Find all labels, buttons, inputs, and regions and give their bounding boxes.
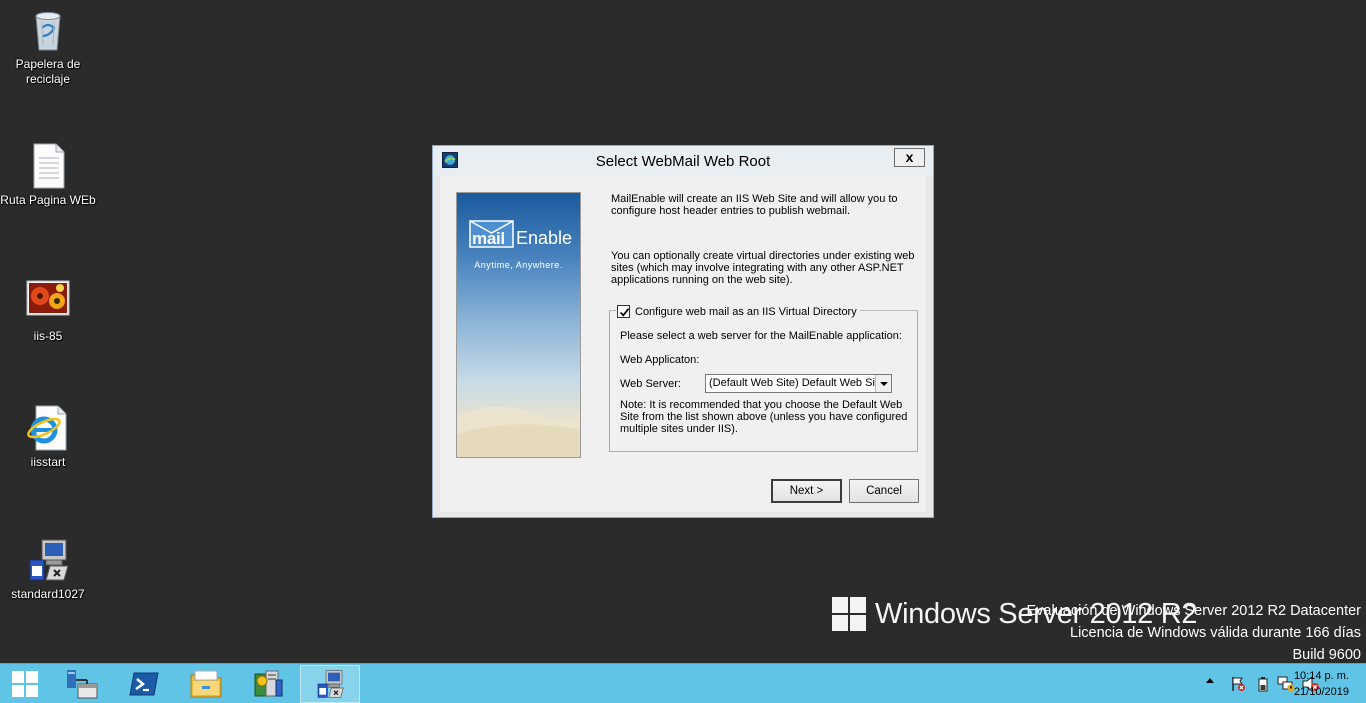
desktop-icon-ruta-pagina[interactable]: Ruta Pagina WEb: [0, 142, 96, 208]
intro-text-1: MailEnable will create an IIS Web Site a…: [611, 193, 898, 217]
taskbar-installer-active[interactable]: [300, 665, 360, 703]
web-server-prompt: Please select a web server for the MailE…: [620, 330, 902, 342]
setup-icon: [254, 670, 283, 697]
desktop-icon-label: Papelera de reciclaje: [15, 57, 81, 86]
intro-text-2: You can optionally create virtual direct…: [611, 250, 915, 286]
text-file-icon: [24, 142, 72, 190]
web-application-label: Web Applicaton:: [620, 354, 700, 366]
taskbar-file-explorer[interactable]: [176, 665, 236, 703]
banner-tagline: Anytime, Anywhere.: [474, 260, 563, 270]
watermark-license: Licencia de Windows válida durante 166 d…: [1070, 625, 1361, 641]
desktop-icon-label: Ruta Pagina WEb: [0, 193, 96, 207]
virtual-directory-checkbox[interactable]: [617, 305, 630, 318]
desktop-icon-iis-85[interactable]: iis-85: [0, 278, 96, 344]
windows-flag-icon: [832, 597, 866, 631]
dialog-client-area: mail Enable Anytime, Anywhere. MailEnabl…: [440, 176, 926, 512]
installer-icon: [24, 536, 72, 584]
dialog-titlebar[interactable]: Select WebMail Web Root x: [433, 146, 933, 176]
show-hidden-icons-chevron-icon[interactable]: [1206, 678, 1214, 683]
taskbar-powershell[interactable]: [114, 665, 174, 703]
taskbar: 10:14 p. m. 21/10/2019: [0, 663, 1366, 703]
virtual-directory-checkbox-label: Configure web mail as an IIS Virtual Dir…: [635, 305, 857, 318]
file-explorer-icon: [190, 670, 222, 698]
power-battery-icon[interactable]: [1257, 676, 1269, 692]
next-button[interactable]: Next >: [771, 479, 842, 503]
taskbar-server-manager[interactable]: [52, 665, 112, 703]
system-clock[interactable]: 10:14 p. m. 21/10/2019: [1294, 668, 1349, 700]
mailenable-banner-image: mail Enable Anytime, Anywhere.: [456, 192, 581, 458]
network-icon[interactable]: [1277, 676, 1295, 692]
desktop-icon-standard1027[interactable]: standard1027: [0, 536, 96, 602]
clock-date: 21/10/2019: [1293, 686, 1349, 698]
dialog-title: Select WebMail Web Root: [595, 153, 771, 170]
virtual-directory-groupbox: Configure web mail as an IIS Virtual Dir…: [609, 305, 918, 452]
recycle-bin-icon: [24, 6, 72, 54]
desktop-icon-recycle-bin[interactable]: Papelera de reciclaje: [0, 6, 96, 87]
server-manager-icon: [67, 670, 98, 699]
select-webmail-dialog: Select WebMail Web Root x mail Enable An…: [432, 145, 934, 518]
web-server-dropdown[interactable]: (Default Web Site) Default Web Site: [705, 374, 892, 393]
dropdown-arrow-icon[interactable]: [875, 375, 891, 392]
image-file-icon: [24, 278, 72, 326]
notification-area: 10:14 p. m. 21/10/2019: [1146, 664, 1366, 703]
start-icon: [12, 671, 38, 697]
installer-icon: [317, 670, 344, 698]
desktop-icon-label: iis-85: [33, 329, 63, 343]
start-button[interactable]: [0, 665, 50, 703]
banner-hills-graphic: [457, 406, 580, 457]
windows-evaluation-watermark: Evaluación de Windows Server 2012 R2 Dat…: [1027, 600, 1361, 666]
desktop-icon-iisstart[interactable]: iisstart: [0, 404, 96, 470]
mailenable-logo: mail Enable: [468, 217, 572, 249]
web-server-label: Web Server:: [620, 378, 681, 390]
clock-time: 10:14 p. m.: [1293, 670, 1349, 682]
desktop-icon-label: iisstart: [30, 455, 66, 469]
powershell-icon: [129, 672, 159, 696]
logo-text-mail: mail: [472, 229, 505, 248]
internet-explorer-icon: [24, 404, 72, 452]
action-center-flag-icon[interactable]: [1230, 676, 1246, 692]
checkmark-icon: [619, 308, 630, 317]
virtual-directory-checkbox-row[interactable]: Configure web mail as an IIS Virtual Dir…: [616, 305, 860, 318]
cancel-button[interactable]: Cancel: [849, 479, 919, 503]
web-server-note: Note: It is recommended that you choose …: [620, 399, 908, 435]
desktop-icon-label: standard1027: [11, 587, 85, 601]
watermark-edition: Evaluación de Windows Server 2012 R2 Dat…: [1026, 603, 1361, 619]
logo-text-enable: Enable: [516, 228, 573, 248]
close-button[interactable]: x: [894, 148, 925, 167]
taskbar-setup[interactable]: [238, 665, 298, 703]
web-server-dropdown-value: (Default Web Site) Default Web Site: [709, 377, 885, 389]
